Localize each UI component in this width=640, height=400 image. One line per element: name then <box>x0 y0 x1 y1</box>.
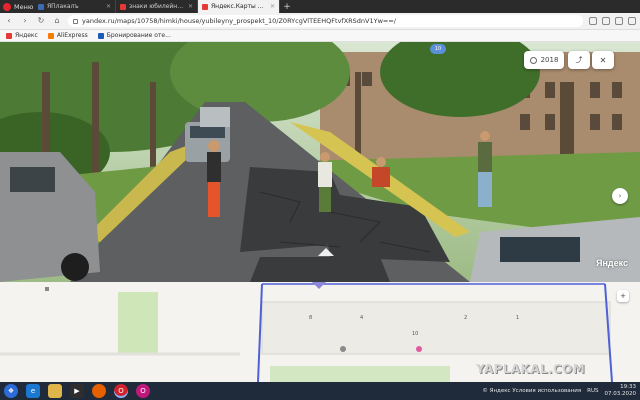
tab-title: знаки юбилейный прос <box>129 3 185 10</box>
poi-icon[interactable] <box>416 346 422 352</box>
tab-close-icon[interactable]: ✕ <box>106 3 111 10</box>
tab-close-icon[interactable]: ✕ <box>188 3 193 10</box>
tab-yaplakal[interactable]: ЯПлакалъ ✕ <box>34 0 116 13</box>
settings-icon[interactable] <box>628 17 636 25</box>
new-tab-button[interactable]: + <box>280 0 294 13</box>
bookmark-yandex[interactable]: Яндекс <box>6 32 38 39</box>
address-bar-row: ‹ › ↻ ⌂ yandex.ru/maps/10758/himki/house… <box>0 13 640 30</box>
language-indicator[interactable]: RUS <box>587 388 598 394</box>
home-icon[interactable]: ⌂ <box>52 16 62 26</box>
opera-icon[interactable]: O <box>114 384 128 398</box>
media-player-icon[interactable]: ▶ <box>70 384 84 398</box>
browser-menu-button[interactable]: Меню <box>0 0 34 13</box>
plus-icon: + <box>620 292 626 300</box>
url-field[interactable]: yandex.ru/maps/10758/himki/house/yubiley… <box>68 15 583 27</box>
yandex-icon <box>6 32 12 39</box>
tab-title: ЯПлакалъ <box>47 3 79 10</box>
system-tray: © Яндекс Условия использования RUS 19:33… <box>482 382 636 400</box>
opera-gx-icon[interactable]: O <box>136 384 150 398</box>
internet-explorer-icon[interactable]: e <box>26 384 40 398</box>
booking-icon <box>97 32 104 39</box>
year-selector-button[interactable]: 2018 <box>524 51 564 69</box>
chevron-right-icon: › <box>618 192 622 200</box>
bookmark-label: Яндекс <box>15 32 38 39</box>
house-marker[interactable]: 10 <box>430 44 446 54</box>
reload-icon[interactable]: ↻ <box>36 16 46 26</box>
house-number-label: 4 <box>360 315 364 321</box>
tab-yandex-maps[interactable]: Яндекс.Карты — поиск м ✕ <box>198 0 280 13</box>
map-pin-icon <box>45 287 49 291</box>
site-watermark: YAPLAKAL.COM <box>476 362 586 376</box>
house-number-label: 1 <box>516 315 520 321</box>
clock-date: 07.03.2020 <box>604 391 637 397</box>
aliexpress-icon <box>47 32 54 39</box>
panorama-scene <box>0 42 640 282</box>
browser-tab-strip: Меню ЯПлакалъ ✕ знаки юбилейный прос ✕ Я… <box>0 0 640 13</box>
tab-yandex-search[interactable]: знаки юбилейный прос ✕ <box>116 0 198 13</box>
yandex-favicon-icon <box>120 3 126 10</box>
yaplakal-favicon-icon <box>38 3 44 10</box>
opera-logo-icon <box>3 2 11 11</box>
close-panorama-button[interactable]: ✕ <box>592 51 614 69</box>
share-icon: ⤴ <box>575 56 583 64</box>
poi-icon[interactable] <box>340 346 346 352</box>
bookmark-label: AliExpress <box>56 32 88 39</box>
url-text: yandex.ru/maps/10758/himki/house/yubiley… <box>82 17 396 25</box>
house-number-label: 8 <box>309 315 313 321</box>
download-icon[interactable] <box>615 17 623 25</box>
house-number-label: 2 <box>464 315 468 321</box>
clock[interactable]: 19:33 07.03.2020 <box>605 384 637 398</box>
bookmark-heart-icon[interactable] <box>602 17 610 25</box>
share-button[interactable]: ⤴ <box>568 51 590 69</box>
start-icon[interactable]: ❖ <box>4 384 18 398</box>
clock-time: 19:33 <box>620 384 636 390</box>
street-panorama[interactable]: 10 2018 ⤴ ✕ › Яндекс <box>0 42 640 282</box>
yandex-panorama-watermark: Яндекс <box>596 258 629 268</box>
lock-icon <box>73 18 78 24</box>
map-zoom-button[interactable]: + <box>617 290 629 302</box>
year-label: 2018 <box>540 56 559 64</box>
back-icon[interactable]: ‹ <box>4 16 14 26</box>
menu-label: Меню <box>14 2 34 11</box>
yandex-maps-favicon-icon <box>202 3 208 10</box>
house-number-label: 10 <box>412 331 419 337</box>
park-area <box>118 292 158 354</box>
bookmark-booking[interactable]: Бронирование оте... <box>97 32 171 39</box>
tab-title: Яндекс.Карты — поиск м <box>211 3 267 10</box>
bookmark-label: Бронирование оте... <box>106 32 171 39</box>
map-attribution: © Яндекс Условия использования <box>482 388 582 394</box>
close-icon: ✕ <box>599 55 607 65</box>
tab-close-icon[interactable]: ✕ <box>270 3 275 10</box>
firefox-icon[interactable] <box>92 384 106 398</box>
history-clock-icon <box>529 56 537 64</box>
bookmark-aliexpress[interactable]: AliExpress <box>47 32 88 39</box>
move-forward-arrow-icon[interactable] <box>318 248 334 256</box>
windows-taskbar: ❖ e ▶ O O © Яндекс Условия использования… <box>0 382 640 400</box>
camera-icon[interactable] <box>589 17 597 25</box>
forward-icon[interactable]: › <box>20 16 30 26</box>
file-explorer-icon[interactable] <box>48 384 62 398</box>
pan-control[interactable]: › <box>612 188 628 204</box>
bookmarks-bar: Яндекс AliExpress Бронирование оте... <box>0 30 640 42</box>
